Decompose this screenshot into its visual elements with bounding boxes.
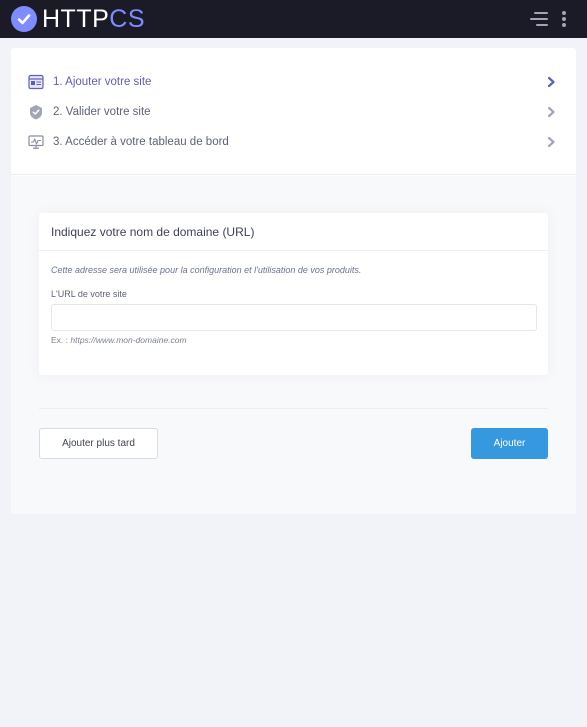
add-button[interactable]: Ajouter: [471, 428, 548, 459]
add-later-button[interactable]: Ajouter plus tard: [39, 428, 158, 459]
url-field-label: L'URL de votre site: [51, 289, 127, 299]
more-vertical-icon[interactable]: [558, 9, 570, 29]
shield-check-icon: [28, 104, 44, 120]
step-validate-site[interactable]: 2. Valider votre site: [28, 99, 558, 125]
chevron-right-icon: [544, 135, 558, 149]
url-input[interactable]: [51, 304, 537, 331]
wizard-body: Indiquez votre nom de domaine (URL) Cett…: [11, 176, 576, 514]
step-label: 1. Ajouter votre site: [53, 76, 152, 88]
url-example-value: https://www.mon-domaine.com: [70, 335, 187, 345]
domain-form-title: Indiquez votre nom de domaine (URL): [39, 213, 548, 251]
brand-name-part2: CS: [109, 4, 146, 33]
brand-name: HTTPCS: [42, 5, 145, 34]
browser-window-icon: [28, 74, 44, 90]
step-label: 3. Accéder à votre tableau de bord: [53, 136, 229, 148]
check-icon: [11, 6, 37, 32]
domain-form-card: Indiquez votre nom de domaine (URL) Cett…: [39, 213, 548, 375]
url-example-prefix: Ex. :: [51, 335, 71, 345]
top-bar: HTTPCS: [0, 0, 587, 38]
step-label: 2. Valider votre site: [53, 106, 151, 118]
brand-name-part1: HTTP: [42, 4, 110, 33]
divider: [39, 408, 548, 409]
url-example: Ex. : https://www.mon-domaine.com: [51, 335, 187, 345]
wizard-card: 1. Ajouter votre site 2. Valider votre s…: [11, 48, 576, 514]
chevron-right-icon: [544, 75, 558, 89]
brand-logo[interactable]: HTTPCS: [11, 5, 145, 33]
wizard-steps: 1. Ajouter votre site 2. Valider votre s…: [11, 48, 576, 175]
domain-form-hint: Cette adresse sera utilisée pour la conf…: [51, 265, 362, 275]
step-access-dashboard[interactable]: 3. Accéder à votre tableau de bord: [28, 129, 558, 155]
step-add-site[interactable]: 1. Ajouter votre site: [28, 69, 558, 95]
menu-icon[interactable]: [528, 9, 550, 29]
dashboard-monitor-icon: [28, 134, 44, 150]
chevron-right-icon: [544, 105, 558, 119]
